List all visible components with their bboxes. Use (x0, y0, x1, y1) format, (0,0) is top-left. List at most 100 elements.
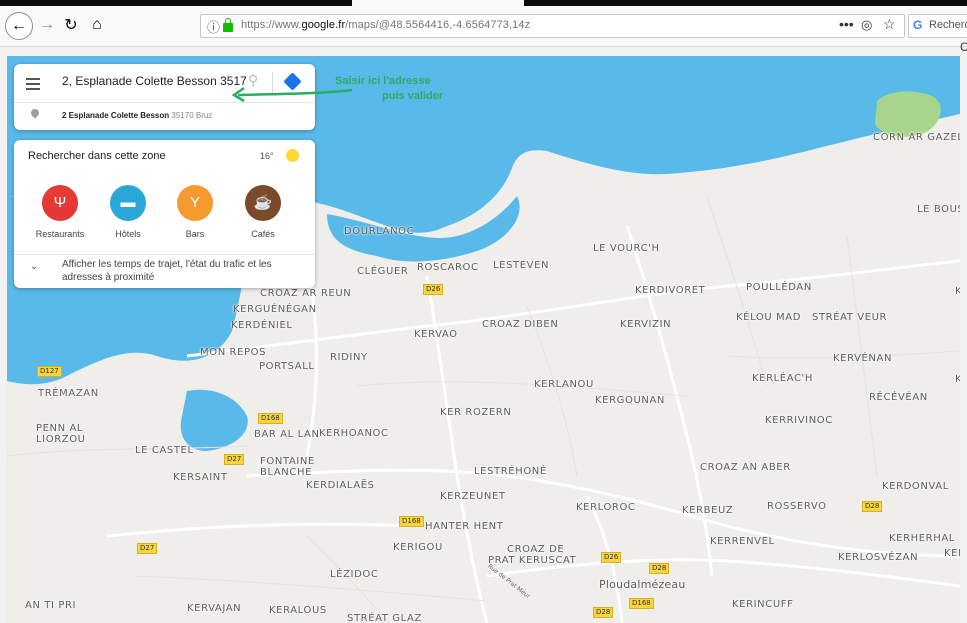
place-label: LE CASTEL (135, 445, 194, 456)
place-label: KERLOROC (576, 502, 636, 513)
place-label: K (955, 374, 960, 385)
sun-icon (286, 149, 299, 162)
place-label: ROSSERVO (767, 501, 827, 512)
pin-icon (29, 107, 41, 119)
active-tab[interactable] (352, 0, 524, 6)
place-label: LE VOURC'H (593, 243, 660, 254)
place-label: BLANCHE (260, 467, 313, 478)
hamburger-menu-icon[interactable] (26, 78, 40, 93)
place-label: PRAT KERUSCAT (488, 555, 577, 566)
category-bars[interactable]: Y Bars (165, 185, 225, 239)
reload-icon[interactable]: ↻ (62, 14, 80, 36)
place-label: KERLANOU (534, 379, 594, 390)
place-label: LE BOUS (917, 204, 960, 215)
edge-text: C (960, 40, 967, 54)
annotation-line-2: puis valider (382, 90, 444, 102)
category-label: Cafés (251, 229, 275, 239)
place-label: KERRIVINOC (765, 415, 833, 426)
place-label: CROAZ DIBEN (482, 319, 559, 330)
back-arrow-icon[interactable]: ← (5, 12, 33, 40)
url-bar[interactable]: ⓘ https://www.google.fr/maps/@48.5564416… (200, 14, 905, 38)
browser-search-box[interactable]: G Recherc (908, 14, 967, 38)
place-label: KERDONVAL (882, 481, 949, 492)
place-label: LESTEVEN (493, 260, 550, 271)
place-label: KERZEUNET (440, 491, 506, 502)
place-label: KERHERHAL (889, 533, 955, 544)
place-label: KERINCUFF (732, 599, 794, 610)
road-shield: D168 (629, 598, 654, 609)
browser-toolbar: ← → ↻ ⌂ ⓘ https://www.google.fr/maps/@48… (0, 0, 967, 54)
place-label: KERGOUNAN (595, 395, 665, 406)
place-label: KER ROZERN (440, 407, 512, 418)
place-label: DOURLANOC (344, 226, 415, 237)
place-label: KERHOANOC (319, 428, 389, 439)
road-shield: D28 (649, 563, 670, 574)
place-label: PENN AL (36, 423, 84, 434)
category-hotels[interactable]: ▬ Hôtels (98, 185, 158, 239)
pocket-icon[interactable]: ◎ (861, 17, 872, 33)
bed-icon: ▬ (110, 185, 146, 221)
place-label: KERBEUZ (682, 505, 734, 516)
category-restaurants[interactable]: Ψ Restaurants (30, 185, 90, 239)
place-label: K (955, 286, 960, 297)
suggestion-item[interactable]: 2 Esplanade Colette Besson 35170 Bruz (62, 111, 212, 120)
category-label: Hôtels (115, 229, 141, 239)
info-icon[interactable]: ⓘ (207, 17, 220, 36)
home-icon[interactable]: ⌂ (88, 14, 106, 36)
place-label: ROSCAROC (417, 262, 479, 273)
place-label: LÉZIDOC (330, 569, 379, 580)
place-label: KERGUÉNÉGAN (233, 304, 317, 315)
place-label: KERLÉAC'H (752, 373, 814, 384)
chevron-down-icon[interactable]: ⌄ (30, 261, 38, 272)
nearby-panel: Rechercher dans cette zone 16° Ψ Restaur… (14, 140, 315, 288)
url-text[interactable]: https://www.google.fr/maps/@48.5564416,-… (241, 19, 530, 31)
category-label: Bars (185, 229, 205, 239)
place-label: BAR AL LAN (254, 429, 320, 440)
place-label: KERLOSVÉZAN (838, 552, 919, 563)
road-shield: D26 (423, 284, 444, 295)
fork-knife-icon: Ψ (42, 185, 78, 221)
inlet-area (180, 389, 248, 451)
place-label: STRÉAT GLAZ (347, 613, 422, 623)
road-shield: D168 (399, 516, 424, 527)
road-shield: D28 (862, 501, 883, 512)
place-label: KERVIZIN (620, 319, 672, 330)
annotation-line-1: Saisir ici l'adresse (335, 75, 431, 87)
place-label: LIORZOU (36, 434, 86, 445)
tab-strip (0, 0, 967, 6)
road-shield: D28 (593, 607, 614, 618)
park-area (875, 91, 941, 137)
place-label: KERVAO (414, 329, 458, 340)
more-info-link[interactable]: Afficher les temps de trajet, l'état du … (62, 258, 312, 284)
place-label: CORN AR GAZEL (873, 132, 960, 143)
place-label: STRÉAT VEUR (812, 312, 888, 323)
category-cafes[interactable]: ☕ Cafés (233, 185, 293, 239)
place-label: TRÉMAZAN (38, 388, 99, 399)
place-label: RÉCÉVÉAN (869, 392, 928, 403)
place-label: CLÉGUER (357, 266, 409, 277)
page-actions-icon[interactable]: ••• (839, 16, 854, 32)
place-label: CROAZ AR REUN (260, 288, 352, 299)
road-shield: D26 (601, 552, 622, 563)
place-label: KERSAINT (173, 472, 228, 483)
road-shield: D27 (137, 543, 158, 554)
road-shield: D127 (37, 366, 62, 377)
place-label: RIDINY (330, 352, 368, 363)
forward-arrow-icon[interactable]: → (38, 14, 56, 36)
place-label: KERDIALAËS (306, 480, 375, 491)
road-shield: D168 (258, 413, 283, 424)
google-icon: G (913, 18, 923, 32)
place-label: KERIGOU (393, 542, 443, 553)
bookmark-star-icon[interactable]: ☆ (883, 16, 896, 33)
search-input[interactable]: 2, Esplanade Colette Besson 3517 (62, 74, 247, 88)
place-label: KERDIVORET (635, 285, 706, 296)
category-label: Restaurants (35, 229, 85, 239)
place-label: HANTER HENT (425, 521, 504, 532)
place-label: AN TI PRI (25, 600, 77, 611)
place-label: LESTRÉHONÉ (474, 466, 547, 477)
divider (14, 254, 315, 255)
place-label: KER (944, 548, 960, 559)
lock-icon (223, 18, 233, 32)
coffee-cup-icon: ☕ (245, 185, 281, 221)
place-label: KERVÉNAN (833, 353, 893, 364)
